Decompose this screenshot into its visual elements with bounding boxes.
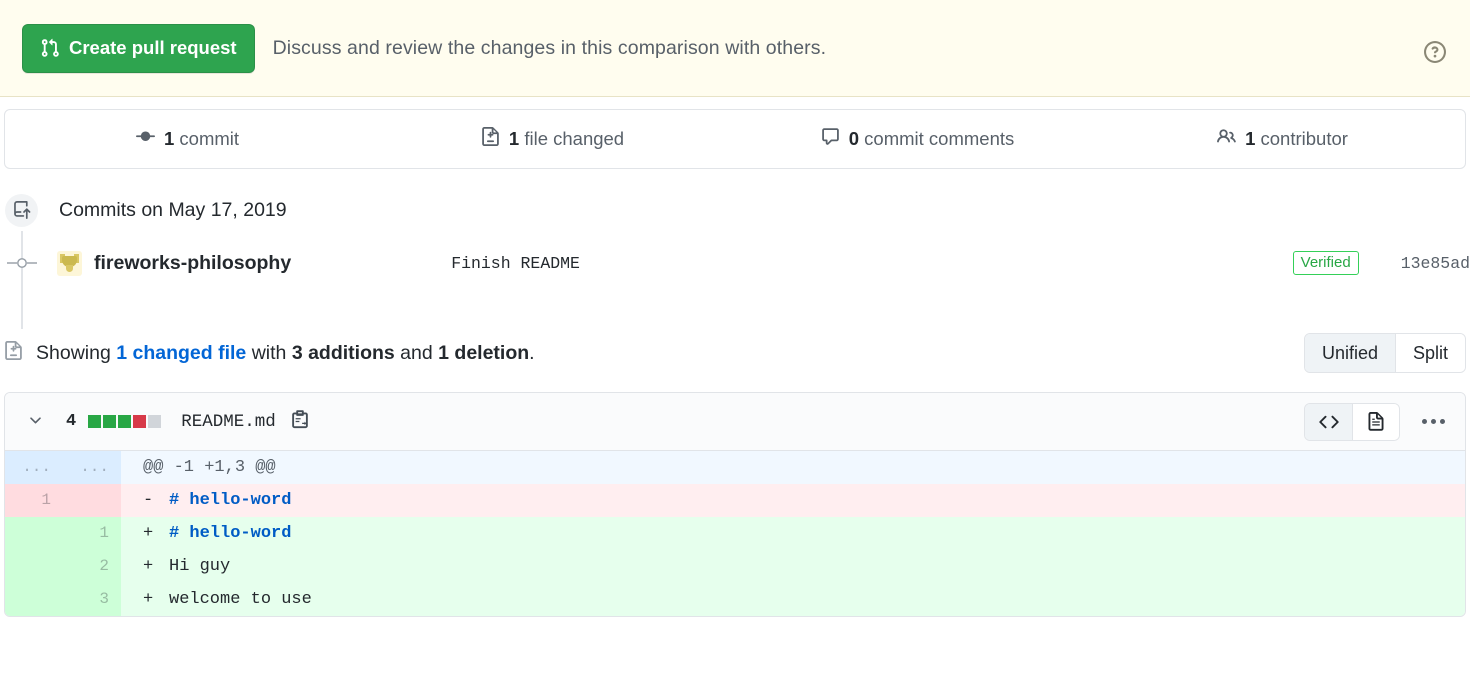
- diff-sign-plus: +: [143, 557, 154, 576]
- commit-group-header: Commits on May 17, 2019: [0, 187, 1470, 233]
- table-row: 3 + welcome to use: [5, 583, 1465, 616]
- diff-line-added: + # hello-word: [121, 517, 1465, 550]
- diff-line-text: # hello-word: [169, 491, 292, 510]
- commit-group-title: Commits on May 17, 2019: [59, 198, 287, 221]
- new-line-number[interactable]: 3: [63, 583, 121, 616]
- diff-sign-minus: -: [143, 491, 154, 510]
- file-actions: [1304, 402, 1451, 441]
- file-diff-icon: [481, 127, 500, 151]
- diff-line-text: welcome to use: [169, 590, 312, 609]
- stat-files-changed[interactable]: 1 file changed: [370, 127, 735, 151]
- stat-files-label: file changed: [524, 128, 625, 149]
- git-commit-node-icon: [5, 253, 39, 273]
- diffstat-block-add: [88, 415, 102, 428]
- banner-description: Discuss and review the changes in this c…: [272, 36, 827, 59]
- comment-icon: [821, 127, 840, 151]
- stat-comments-count: 0: [848, 128, 860, 149]
- showing-prefix: Showing: [36, 341, 111, 364]
- stat-contributors[interactable]: 1 contributor: [1100, 127, 1465, 151]
- new-line-number[interactable]: [63, 484, 121, 517]
- table-row: 1 - # hello-word: [5, 484, 1465, 517]
- repo-push-icon: [5, 193, 38, 227]
- git-commit-icon: [135, 127, 155, 151]
- commit-sha[interactable]: 13e85ad: [1401, 254, 1470, 273]
- stat-contributors-count: 1: [1245, 128, 1256, 149]
- diff-line-deleted: - # hello-word: [121, 484, 1465, 517]
- table-row: 2 + Hi guy: [5, 550, 1465, 583]
- deletions-count: 1 deletion: [438, 341, 530, 364]
- stat-commit-comments[interactable]: 0 commit comments: [735, 127, 1100, 151]
- status-badge[interactable]: Verified: [1292, 251, 1359, 275]
- git-pull-request-icon: [40, 38, 60, 58]
- chevron-down-icon[interactable]: [27, 411, 44, 433]
- create-pull-request-button[interactable]: Create pull request: [22, 23, 255, 73]
- question-mark-icon[interactable]: [1424, 41, 1446, 63]
- diffstat-block-add: [103, 415, 117, 428]
- kebab-horizontal-icon[interactable]: [1416, 411, 1451, 432]
- old-line-number[interactable]: ...: [5, 451, 63, 484]
- stat-contributors-label: contributor: [1260, 128, 1348, 149]
- stat-commits[interactable]: 1 commit: [5, 127, 370, 151]
- file-diff-card: 4 README.md ... ... @@ -1 +1,3 @@ 1 - # …: [4, 392, 1466, 617]
- diff-sign-plus: +: [143, 590, 154, 609]
- file-diff-icon: [4, 341, 23, 365]
- compare-stats-bar: 1 commit 1 file changed 0 commit comment…: [4, 109, 1466, 169]
- commit-message[interactable]: Finish README: [451, 254, 580, 273]
- file-name[interactable]: README.md: [181, 412, 276, 432]
- pull-request-compare-page: Create pull request Discuss and review t…: [0, 0, 1470, 679]
- code-icon[interactable]: [1305, 403, 1352, 440]
- diffstat-block-del: [133, 415, 147, 428]
- diff-view-mode-group: Unified Split: [1303, 333, 1466, 373]
- diffstat-bar: [88, 415, 162, 428]
- file-view-toggle: [1304, 402, 1400, 441]
- diff-body: ... ... @@ -1 +1,3 @@ 1 - # hello-word 1 …: [5, 451, 1465, 616]
- showing-and: and: [400, 341, 433, 364]
- file-header: 4 README.md: [5, 393, 1465, 451]
- file-change-count: 4: [66, 412, 77, 431]
- stat-commits-label: commit: [179, 128, 240, 149]
- hunk-header-text: @@ -1 +1,3 @@: [121, 451, 1465, 484]
- old-line-number[interactable]: [5, 517, 63, 550]
- diff-line-text: Hi guy: [169, 557, 231, 576]
- diff-line-added: + Hi guy: [121, 550, 1465, 583]
- file-icon[interactable]: [1352, 403, 1399, 440]
- diff-summary-row: Showing 1 changed file with 3 additions …: [0, 332, 1470, 374]
- stat-files-count: 1: [508, 128, 520, 149]
- copy-path-icon[interactable]: [290, 409, 310, 434]
- table-row: 1 + # hello-word: [5, 517, 1465, 550]
- people-icon: [1217, 127, 1236, 151]
- diff-line-text: # hello-word: [169, 524, 292, 543]
- commit-row: fireworks-philosophy Finish README Verif…: [0, 240, 1470, 286]
- new-line-number[interactable]: 2: [63, 550, 121, 583]
- split-view-button[interactable]: Split: [1394, 334, 1465, 372]
- diff-sign-plus: +: [143, 524, 154, 543]
- stat-commits-count: 1: [163, 128, 175, 149]
- create-pr-banner: Create pull request Discuss and review t…: [0, 0, 1470, 97]
- commits-section: Commits on May 17, 2019 fireworks-philos…: [0, 187, 1470, 329]
- additions-count: 3 additions: [291, 341, 395, 364]
- showing-with: with: [251, 341, 287, 364]
- diff-line-added: + welcome to use: [121, 583, 1465, 616]
- old-line-number[interactable]: [5, 550, 63, 583]
- diffstat-block-none: [148, 415, 162, 428]
- commit-meta: Verified 13e85ad: [1292, 251, 1470, 275]
- commit-author[interactable]: fireworks-philosophy: [94, 252, 291, 275]
- old-line-number[interactable]: 1: [5, 484, 63, 517]
- diffstat-block-add: [118, 415, 132, 428]
- diff-summary-text: Showing 1 changed file with 3 additions …: [36, 342, 535, 365]
- showing-period: .: [529, 341, 535, 364]
- avatar[interactable]: [57, 250, 82, 276]
- new-line-number[interactable]: 1: [63, 517, 121, 550]
- unified-view-button[interactable]: Unified: [1304, 334, 1395, 372]
- new-line-number[interactable]: ...: [63, 451, 121, 484]
- old-line-number[interactable]: [5, 583, 63, 616]
- table-row: ... ... @@ -1 +1,3 @@: [5, 451, 1465, 484]
- diff-table: ... ... @@ -1 +1,3 @@ 1 - # hello-word 1 …: [5, 451, 1465, 616]
- stat-comments-label: commit comments: [864, 128, 1015, 149]
- create-pull-request-label: Create pull request: [69, 37, 237, 58]
- changed-files-link[interactable]: 1 changed file: [116, 342, 246, 364]
